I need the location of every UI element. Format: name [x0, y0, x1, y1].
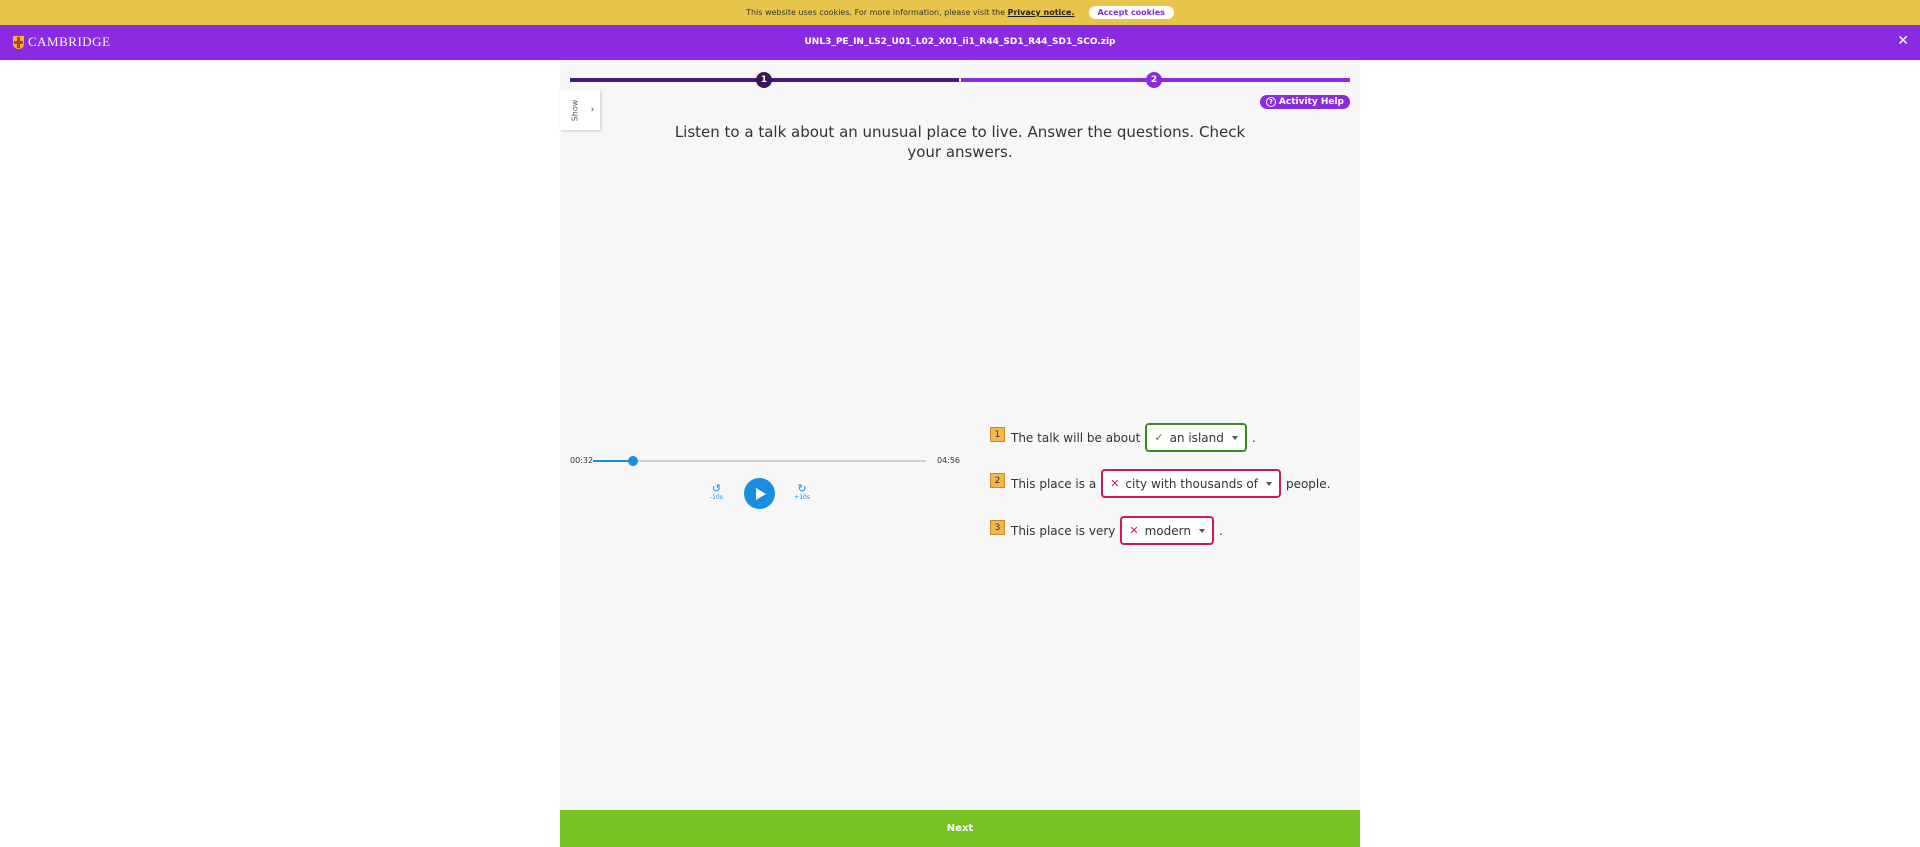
cross-icon: ✕ [1129, 524, 1139, 537]
activity-help-button[interactable]: ? Activity Help [1259, 95, 1350, 109]
app-header: CAMBRIDGE UNL3_PE_IN_LS2_U01_L02_X01_ii1… [0, 25, 1920, 60]
activity-panel: 1 2 Show › ? Activity Help Listen to a t… [560, 60, 1360, 847]
question-number: 2 [990, 473, 1005, 488]
rewind-10s-button[interactable]: ↺ -10s [710, 482, 723, 501]
cookie-banner: This website uses cookies. For more info… [0, 0, 1920, 25]
caret-down-icon [1198, 528, 1205, 533]
audio-seek-handle[interactable] [627, 456, 638, 466]
cookie-text: This website uses cookies. For more info… [746, 8, 1075, 17]
selected-answer: city with thousands of [1125, 476, 1258, 491]
question-suffix: people. [1285, 476, 1331, 491]
show-sidebar-toggle[interactable]: Show › [560, 90, 600, 130]
answer-dropdown-1[interactable]: ✓ an island [1145, 423, 1247, 452]
question-text: The talk will be about [1011, 430, 1141, 445]
question-number: 3 [990, 520, 1005, 535]
duration-time: 04:56 [936, 456, 960, 465]
audio-seek-bar[interactable] [593, 456, 926, 466]
show-label: Show [570, 99, 580, 121]
play-icon [756, 487, 766, 500]
accept-cookies-button[interactable]: Accept cookies [1088, 6, 1174, 19]
question-text: This place is a [1011, 476, 1097, 491]
audio-progress-fill [593, 460, 633, 462]
question-suffix: . [1218, 523, 1223, 538]
forward-icon: ↻ [797, 482, 807, 495]
selected-answer: an island [1169, 430, 1224, 445]
rewind-label: -10s [710, 494, 723, 501]
answer-dropdown-2[interactable]: ✕ city with thousands of [1101, 469, 1281, 498]
check-icon: ✓ [1154, 431, 1164, 444]
question-1: 1 The talk will be about ✓ an island . [990, 423, 1256, 452]
privacy-notice-link[interactable]: Privacy notice. [1008, 8, 1075, 17]
file-title: UNL3_PE_IN_LS2_U01_L02_X01_ii1_R44_SD1_R… [804, 37, 1116, 47]
activity-help-label: Activity Help [1278, 97, 1344, 107]
play-button[interactable] [744, 478, 775, 509]
next-button[interactable]: Next [560, 810, 1360, 847]
rewind-icon: ↺ [711, 482, 722, 495]
instructions-text: Listen to a talk about an unusual place … [674, 123, 1246, 161]
close-icon[interactable]: ✕ [1897, 33, 1909, 49]
step-2-marker[interactable]: 2 [1146, 72, 1162, 88]
forward-10s-button[interactable]: ↻ +10s [794, 482, 810, 501]
selected-answer: modern [1144, 523, 1191, 538]
question-suffix: . [1251, 430, 1256, 445]
caret-down-icon [1265, 481, 1272, 486]
question-number: 1 [990, 427, 1005, 442]
question-2: 2 This place is a ✕ city with thousands … [990, 469, 1330, 498]
step-progress: 1 2 [570, 72, 1350, 88]
audio-controls: ↺ -10s ↻ +10s [710, 478, 810, 510]
caret-down-icon [1231, 435, 1238, 440]
chevron-right-icon: › [590, 105, 595, 115]
answer-dropdown-3[interactable]: ✕ modern [1120, 516, 1214, 545]
cross-icon: ✕ [1110, 477, 1120, 490]
current-time: 00:32 [570, 456, 594, 465]
step-1-marker[interactable]: 1 [756, 72, 772, 88]
question-text: This place is very [1011, 523, 1116, 538]
question-circle-icon: ? [1265, 97, 1276, 107]
forward-label: +10s [794, 494, 810, 501]
question-3: 3 This place is very ✕ modern . [990, 516, 1223, 545]
